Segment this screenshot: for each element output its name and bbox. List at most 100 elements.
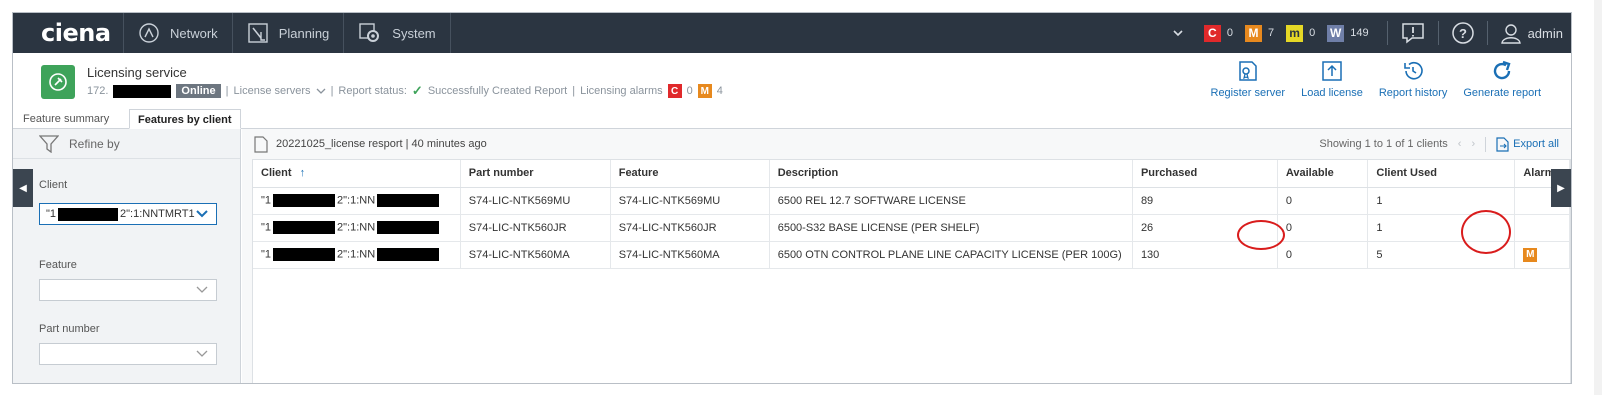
client-select[interactable]: "1 2":1:NNTMRT1: [39, 203, 217, 225]
ciena-logo[interactable]: ciena: [13, 19, 123, 47]
generate-report-label: Generate report: [1463, 87, 1541, 99]
table-row[interactable]: "1 2":1:NN S74-LIC-NTK560JR S74-LIC-NTK56…: [253, 214, 1570, 242]
part-number-cell: S74-LIC-NTK560JR: [460, 214, 611, 242]
chevron-down-icon[interactable]: [316, 87, 326, 95]
report-history-button[interactable]: Report history: [1379, 59, 1447, 99]
network-icon: [139, 23, 159, 43]
register-server-label: Register server: [1210, 87, 1286, 99]
register-server-icon: [1239, 61, 1257, 81]
document-icon: [254, 135, 268, 153]
nav-system-label: System: [392, 25, 436, 41]
action-toolbar: Register server Load license Report hist…: [1210, 59, 1541, 99]
client-value-suffix: 2":1:NNTMRT1: [120, 208, 195, 220]
licensing-major-count: 4: [716, 85, 723, 97]
major-alarm-count: 7: [1267, 27, 1275, 39]
client-cell: "1 2":1:NN: [253, 214, 461, 242]
major-alarm-icon[interactable]: M: [1523, 247, 1538, 262]
expand-right-panel-icon[interactable]: ▶: [1551, 169, 1571, 207]
licensing-critical-badge[interactable]: C: [667, 84, 682, 98]
part-number-filter-label: Part number: [39, 323, 100, 335]
chevron-down-icon: [196, 210, 208, 218]
column-part-number[interactable]: Part number: [460, 160, 611, 188]
user-icon[interactable]: [1500, 22, 1522, 44]
annotation-circle-alarm: [1461, 210, 1511, 254]
alarm-cell: [1514, 214, 1570, 242]
licensing-alarms-label: Licensing alarms: [580, 85, 663, 97]
nav-planning-label: Planning: [278, 25, 330, 41]
license-servers-dropdown[interactable]: License servers: [234, 85, 311, 97]
table-row[interactable]: "1 2":1:NN S74-LIC-NTK560MA S74-LIC-NTK56…: [253, 241, 1570, 269]
feature-select[interactable]: [39, 279, 217, 301]
client-cell: "1 2":1:NN: [253, 241, 461, 269]
report-pagination: Showing 1 to 1 of 1 clients ‹ › Export a…: [1319, 136, 1559, 152]
chevron-down-icon: [196, 286, 208, 293]
client-cell: "1 2":1:NN: [253, 187, 461, 215]
history-icon: [1404, 61, 1423, 80]
report-header: 20221025_license resport | 40 minutes ag…: [242, 129, 1571, 159]
column-available[interactable]: Available: [1277, 160, 1369, 188]
table-row[interactable]: "1 2":1:NN S74-LIC-NTK569MU S74-LIC-NTK56…: [253, 187, 1570, 215]
next-page-icon[interactable]: ›: [1471, 138, 1475, 150]
generate-report-button[interactable]: Generate report: [1463, 59, 1541, 99]
tab-feature-summary[interactable]: Feature summary: [15, 109, 117, 129]
svg-text:?: ?: [1459, 26, 1467, 41]
register-server-button[interactable]: Register server: [1210, 59, 1286, 99]
previous-page-icon[interactable]: ‹: [1458, 138, 1462, 150]
load-license-icon: [1322, 61, 1342, 81]
system-gear-icon: [359, 23, 380, 42]
report-status-value: Successfully Created Report: [427, 85, 568, 97]
service-status-line: 172. Online | License servers | Report s…: [87, 83, 723, 98]
window-scrollbar[interactable]: [1594, 0, 1602, 395]
licensing-major-badge[interactable]: M: [697, 84, 712, 98]
warning-alarm-badge[interactable]: W: [1327, 24, 1345, 42]
user-name[interactable]: admin: [1528, 26, 1563, 41]
report-history-label: Report history: [1378, 87, 1448, 99]
nav-network[interactable]: Network: [123, 13, 232, 53]
column-description[interactable]: Description: [769, 160, 1133, 188]
description-cell: 6500-S32 BASE LICENSE (PER SHELF): [769, 214, 1133, 242]
refine-by-header[interactable]: Refine by: [13, 129, 240, 159]
minor-alarm-badge[interactable]: m: [1286, 24, 1304, 42]
status-badge: Online: [176, 84, 221, 98]
showing-count: Showing 1 to 1 of 1 clients: [1319, 138, 1448, 150]
column-client[interactable]: Client ↑: [253, 160, 461, 188]
report-file-name: 20221025_license resport | 40 minutes ag…: [276, 138, 487, 150]
report-panel: 20221025_license resport | 40 minutes ag…: [242, 129, 1571, 383]
major-alarm-badge[interactable]: M: [1244, 24, 1262, 42]
features-table: Client ↑ Part number Feature Description …: [253, 160, 1570, 269]
nav-network-label: Network: [170, 25, 218, 41]
divider: [1386, 21, 1388, 45]
redacted-client: [58, 207, 119, 221]
checkmark-icon: ✓: [411, 83, 423, 98]
export-all-button[interactable]: Export all: [1485, 136, 1559, 152]
column-client-used[interactable]: Client Used: [1367, 160, 1516, 188]
collapse-left-panel-icon[interactable]: ◀: [13, 169, 33, 207]
column-purchased[interactable]: Purchased: [1132, 160, 1278, 188]
client-value-prefix: "1: [46, 208, 57, 220]
divider: [1486, 21, 1488, 45]
licensing-critical-count: 0: [686, 85, 693, 97]
critical-alarm-count: 0: [1226, 27, 1233, 39]
help-icon[interactable]: ?: [1451, 21, 1475, 45]
critical-alarm-badge[interactable]: C: [1203, 24, 1221, 42]
feature-cell: S74-LIC-NTK569MU: [610, 187, 770, 215]
refine-by-label: Refine by: [69, 136, 120, 151]
sort-ascending-icon[interactable]: ↑: [300, 167, 306, 179]
tab-features-by-client[interactable]: Features by client: [129, 109, 241, 129]
load-license-button[interactable]: Load license: [1301, 59, 1363, 99]
feedback-icon[interactable]: [1400, 21, 1426, 45]
ip-address: 172.: [87, 85, 109, 97]
column-feature[interactable]: Feature: [610, 160, 770, 188]
nav-system[interactable]: System: [343, 13, 449, 53]
divider: [1437, 21, 1439, 45]
annotation-circle-available: [1237, 220, 1285, 250]
feature-cell: S74-LIC-NTK560MA: [610, 241, 770, 269]
top-navigation-bar: ciena Network Planning System C 0 M 7 m …: [13, 13, 1571, 53]
chevron-down-icon[interactable]: [1172, 28, 1184, 38]
refresh-icon: [1493, 60, 1511, 80]
available-cell: 0: [1277, 187, 1369, 215]
minor-alarm-count: 0: [1309, 27, 1316, 39]
features-table-container: Client ↑ Part number Feature Description …: [252, 159, 1571, 383]
part-number-select[interactable]: [39, 343, 217, 365]
nav-planning[interactable]: Planning: [231, 13, 344, 53]
